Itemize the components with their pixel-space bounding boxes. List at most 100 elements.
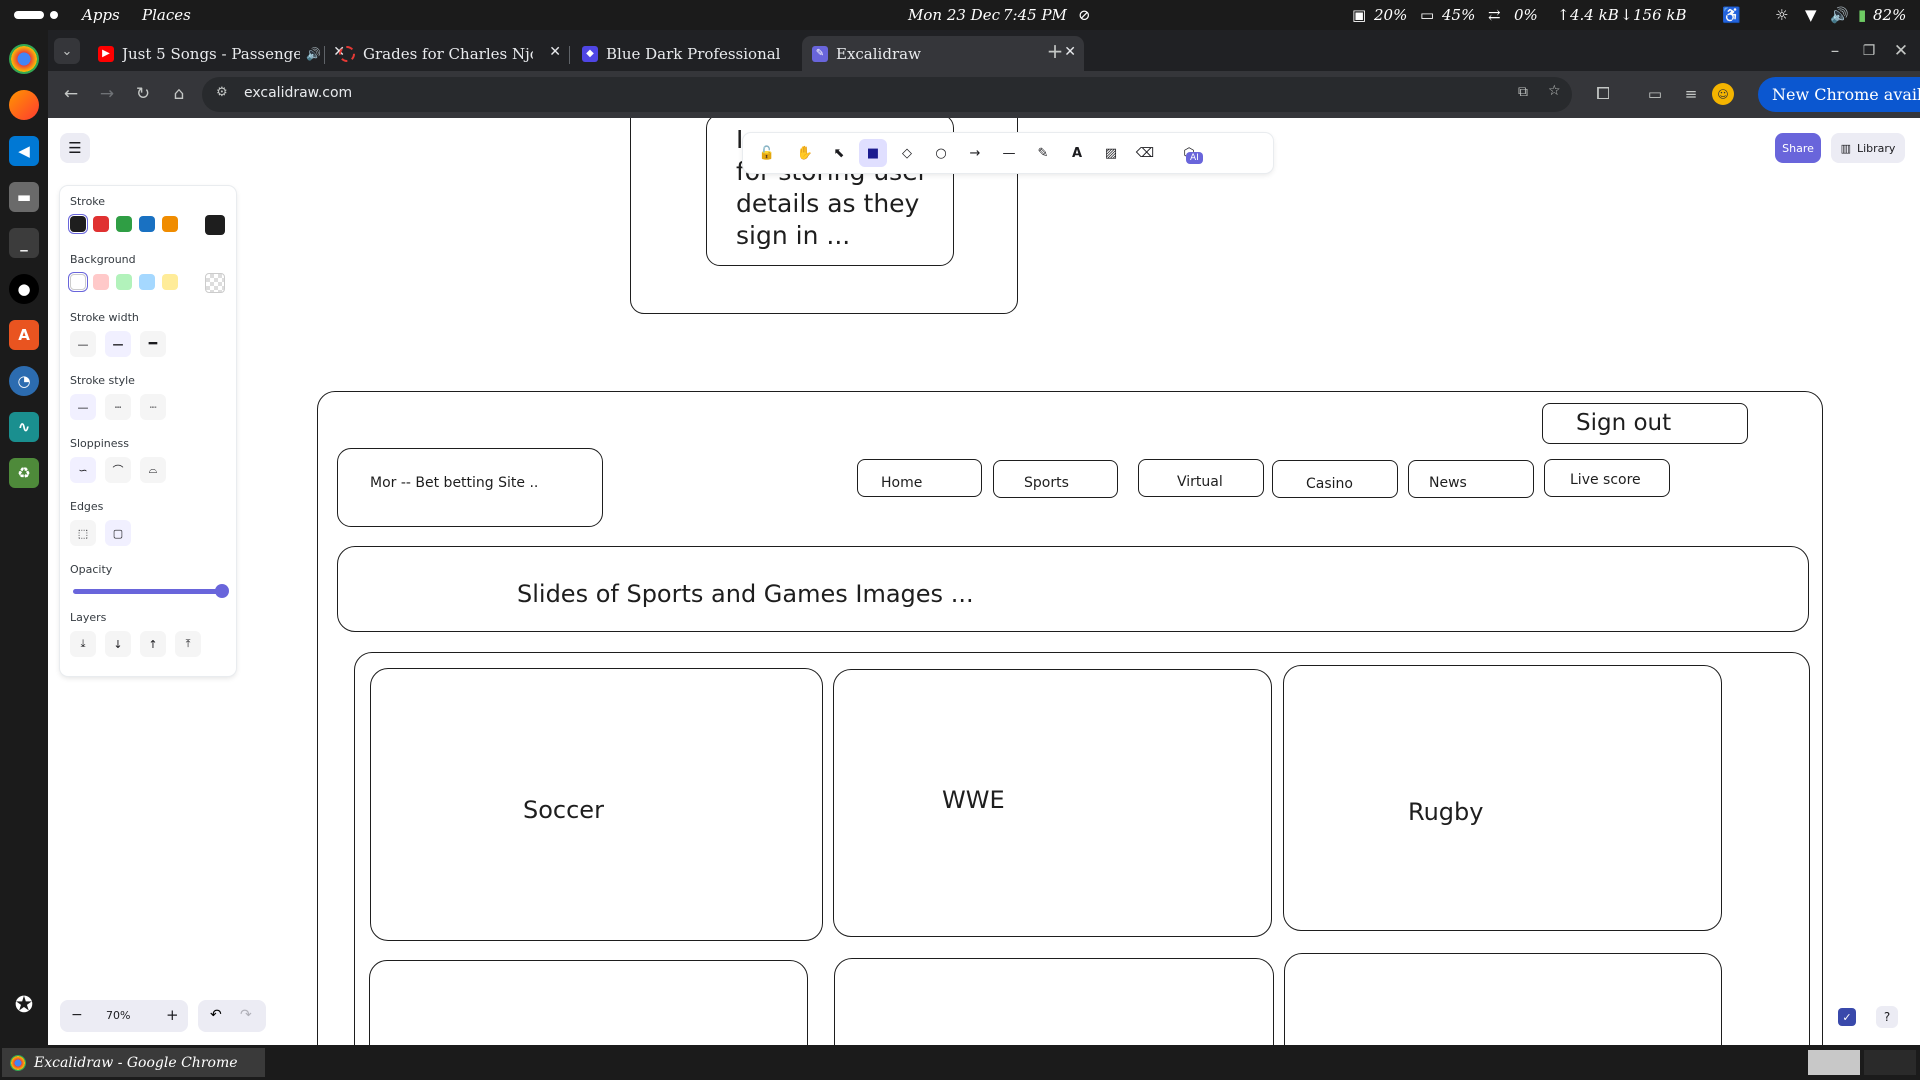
minimize-icon[interactable]: – — [1822, 38, 1848, 64]
bg-swatch-blue[interactable] — [139, 274, 155, 290]
arrow-tool-icon[interactable]: → — [961, 139, 989, 167]
chrome-icon[interactable] — [9, 44, 39, 74]
drawing-card-wwe[interactable] — [833, 669, 1272, 937]
help-icon[interactable]: ? — [1876, 1006, 1898, 1028]
undo-icon[interactable]: ↶ — [210, 1007, 222, 1023]
selection-tool-icon[interactable]: ⬉ — [825, 139, 853, 167]
text-tool-icon[interactable]: A — [1063, 139, 1091, 167]
line-tool-icon[interactable]: — — [995, 139, 1023, 167]
places-menu[interactable]: Places — [142, 6, 191, 24]
system-monitor-icon[interactable]: ∿ — [9, 412, 39, 442]
share-button[interactable]: Share — [1775, 133, 1821, 163]
tab-youtube[interactable]: ▶ Just 5 Songs - Passenger 🔊 ✕ — [88, 36, 353, 71]
trash-icon[interactable]: ♻ — [9, 458, 39, 488]
workspace-1-thumbnail[interactable] — [1808, 1050, 1860, 1075]
restore-icon[interactable]: ❐ — [1856, 38, 1882, 64]
stroke-style-dashed[interactable]: ┄ — [105, 394, 131, 420]
stroke-swatch-red[interactable] — [93, 216, 109, 232]
zoom-reset-button[interactable]: 70% — [106, 1009, 130, 1022]
new-tab-plus-icon[interactable]: + — [1042, 38, 1068, 64]
battery-icon[interactable]: ▮ — [1858, 6, 1866, 24]
ellipse-tool-icon[interactable]: ○ — [927, 139, 955, 167]
zoom-out-button[interactable]: − — [71, 1007, 83, 1023]
image-tool-icon[interactable]: ▨ — [1097, 139, 1125, 167]
draw-tool-icon[interactable]: ✎ — [1029, 139, 1057, 167]
reload-icon[interactable]: ↻ — [130, 81, 156, 107]
workspace-2-thumbnail[interactable] — [1864, 1050, 1916, 1075]
extensions-icon[interactable]: ⧠ — [1590, 81, 1616, 107]
stroke-swatch-black[interactable] — [68, 214, 88, 234]
eraser-tool-icon[interactable]: ⌫ — [1131, 139, 1159, 167]
bg-swatch-green[interactable] — [116, 274, 132, 290]
speaker-icon[interactable]: 🔊 — [306, 47, 321, 61]
bg-swatch-yellow[interactable] — [162, 274, 178, 290]
stroke-width-thin[interactable]: — — [70, 331, 96, 357]
stroke-width-extra-bold[interactable]: ━ — [140, 331, 166, 357]
clock-time[interactable]: 7:45 PM — [1003, 6, 1067, 24]
tab-search-chevron-down-icon[interactable]: ⌄ — [54, 38, 80, 64]
rectangle-tool-icon[interactable]: ■ — [859, 139, 887, 167]
stroke-swatch-orange[interactable] — [162, 216, 178, 232]
stroke-style-dotted[interactable]: ┈ — [140, 394, 166, 420]
hand-tool-icon[interactable]: ✋ — [791, 139, 819, 167]
activities-indicator[interactable] — [14, 11, 44, 19]
media-controls-icon[interactable]: ≡ — [1678, 81, 1704, 107]
sloppiness-cartoonist[interactable]: ⌓ — [140, 457, 166, 483]
accessibility-icon[interactable]: ♿ — [1722, 6, 1741, 24]
drawing-card-empty[interactable] — [834, 958, 1274, 1045]
site-info-icon[interactable]: ⚙ — [216, 85, 228, 100]
stroke-width-bold[interactable]: — — [105, 331, 131, 357]
stroke-style-solid[interactable]: — — [70, 394, 96, 420]
files-icon[interactable]: ▬ — [9, 182, 39, 212]
edges-sharp[interactable]: ⬚ — [70, 520, 96, 546]
terminal-icon[interactable]: _ — [9, 228, 39, 258]
install-app-icon[interactable]: ⧉ — [1518, 84, 1528, 100]
excalidraw-canvas[interactable]: I for storing user details as they sign … — [48, 118, 1920, 1045]
bookmark-star-icon[interactable]: ☆ — [1548, 83, 1561, 99]
opacity-slider-track[interactable] — [73, 589, 223, 594]
address-bar[interactable]: ⚙ excalidraw.com ⧉ ☆ — [202, 77, 1572, 112]
close-icon[interactable]: ✕ — [549, 44, 561, 60]
new-chrome-available-button[interactable]: New Chrome available ⋮ — [1758, 77, 1920, 112]
redo-icon[interactable]: ↷ — [240, 1007, 252, 1023]
stroke-custom-color-button[interactable] — [205, 215, 225, 235]
back-arrow-icon[interactable]: ← — [58, 81, 84, 107]
send-backward-icon[interactable]: ↓ — [105, 631, 131, 657]
bring-forward-icon[interactable]: ↑ — [140, 631, 166, 657]
night-light-icon[interactable]: ☼ — [1775, 6, 1788, 24]
bring-to-front-icon[interactable]: ⤒ — [175, 631, 201, 657]
wifi-icon[interactable]: ▼ — [1805, 6, 1817, 24]
encryption-shield-icon[interactable]: ✓ — [1838, 1008, 1856, 1026]
software-center-icon[interactable]: A — [9, 320, 39, 350]
edges-round[interactable]: ▢ — [105, 520, 131, 546]
opacity-slider-handle[interactable] — [215, 584, 229, 598]
sloppiness-artist[interactable]: ⌒ — [105, 457, 131, 483]
forward-arrow-icon[interactable]: → — [94, 81, 120, 107]
profile-avatar[interactable]: ☺ — [1712, 83, 1734, 105]
vscode-icon[interactable]: ◀ — [9, 136, 39, 166]
cast-icon[interactable]: ▭ — [1642, 81, 1668, 107]
sloppiness-architect[interactable]: ∽ — [70, 457, 96, 483]
workspace-indicator[interactable] — [50, 11, 58, 19]
lock-icon[interactable]: 🔓 — [753, 139, 781, 167]
clock-date[interactable]: Mon 23 Dec — [908, 6, 1000, 24]
home-icon[interactable]: ⌂ — [166, 81, 192, 107]
timeshift-icon[interactable]: ◔ — [9, 366, 39, 396]
stroke-swatch-blue[interactable] — [139, 216, 155, 232]
main-menu-hamburger-icon[interactable]: ☰ — [60, 133, 90, 163]
github-icon[interactable]: ● — [9, 274, 39, 304]
show-apps-icon[interactable]: ✪ — [9, 990, 39, 1020]
firefox-icon[interactable] — [9, 90, 39, 120]
drawing-card-rugby[interactable] — [1283, 665, 1722, 931]
drawing-card-empty[interactable] — [1284, 953, 1722, 1045]
send-to-back-icon[interactable]: ⤓ — [70, 631, 96, 657]
library-button[interactable]: ▥ Library — [1831, 133, 1905, 163]
tab-grades[interactable]: Grades for Charles Njoroge ✕ — [329, 36, 569, 71]
volume-icon[interactable]: 🔊 — [1830, 6, 1849, 24]
window-close-icon[interactable]: ✕ — [1888, 38, 1914, 64]
bg-swatch-transparent[interactable] — [68, 272, 88, 292]
bg-swatch-pink[interactable] — [93, 274, 109, 290]
apps-menu[interactable]: Apps — [82, 6, 120, 24]
bg-custom-color-button[interactable] — [205, 273, 225, 293]
taskbar-chrome-window[interactable]: Excalidraw - Google Chrome — [2, 1048, 265, 1077]
